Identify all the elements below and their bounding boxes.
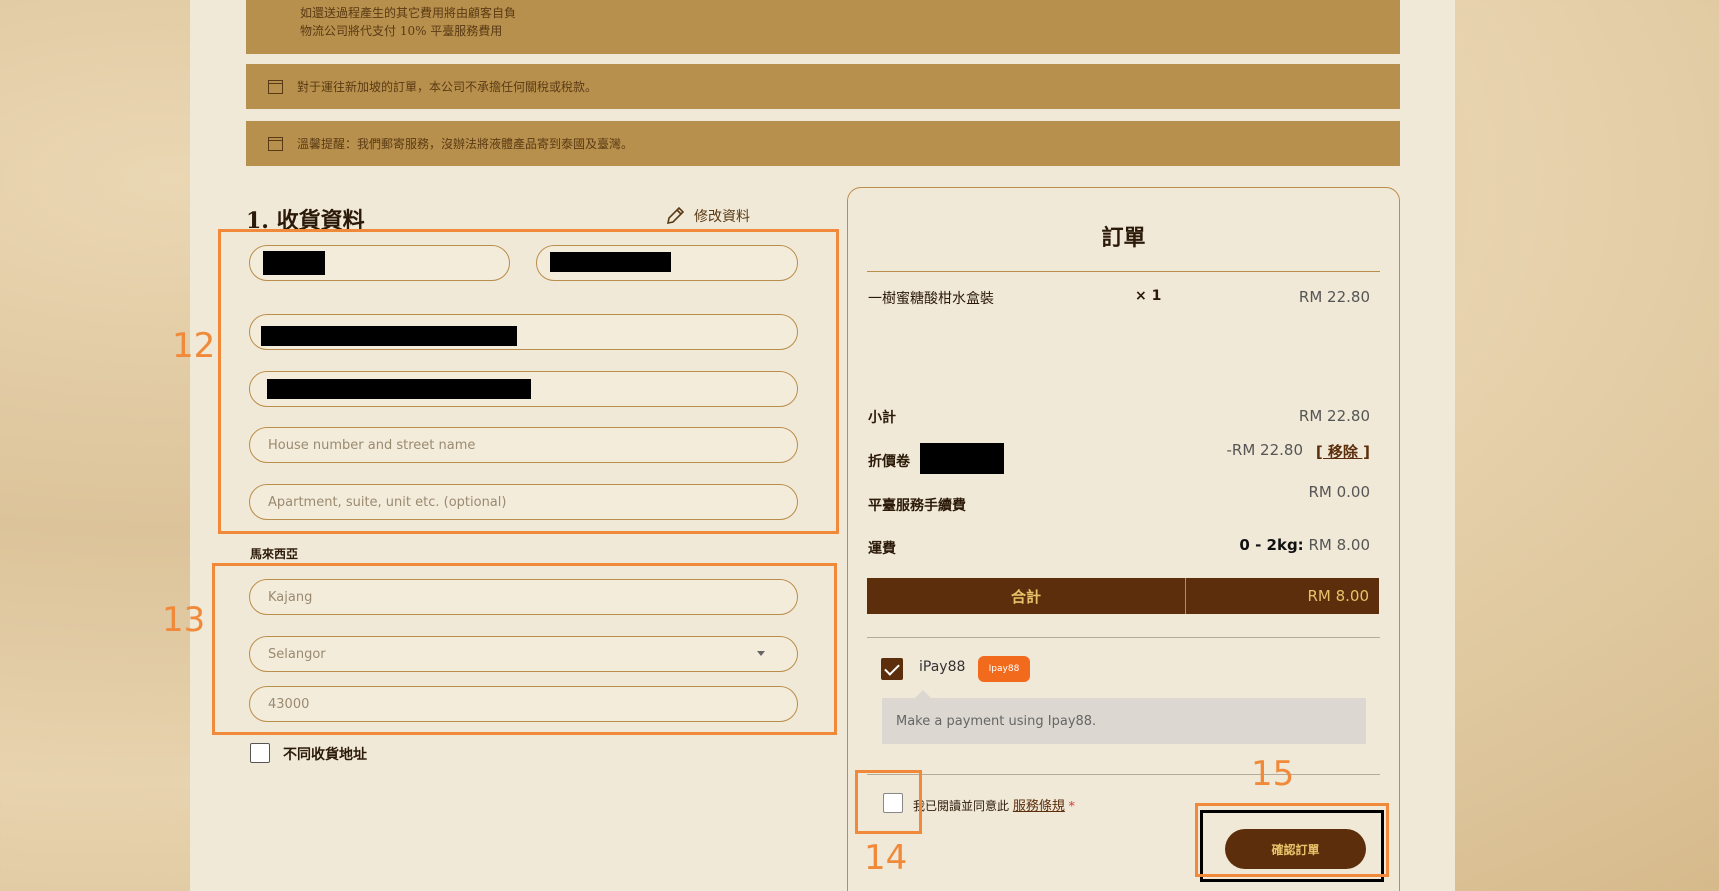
window-icon bbox=[268, 136, 283, 151]
edit-details-label: 修改資料 bbox=[694, 209, 750, 225]
singapore-notice-text: 對于運往新加坡的訂單，本公司不承擔任何關稅或稅款。 bbox=[297, 80, 598, 94]
order-summary-panel: 訂單 一樹蜜糖酸柑水盒裝 × 1 RM 22.80 小計 RM 22.80 折價… bbox=[847, 187, 1400, 891]
annotation-label-13: 13 bbox=[162, 600, 206, 640]
divider bbox=[867, 774, 1380, 775]
annotation-label-12: 12 bbox=[172, 326, 216, 366]
shipping-fee-value: RM 8.00 bbox=[1308, 536, 1370, 554]
payment-description: Make a payment using Ipay88. bbox=[882, 690, 1366, 744]
item-name: 一樹蜜糖酸柑水盒裝 bbox=[868, 291, 994, 307]
annotation-label-15: 15 bbox=[1251, 754, 1295, 794]
different-address-checkbox[interactable] bbox=[250, 743, 270, 763]
subtotal-label: 小計 bbox=[868, 410, 896, 426]
order-title: 訂單 bbox=[1101, 225, 1146, 251]
divider bbox=[867, 271, 1380, 272]
terms-row: 我已閱讀並同意此 服務條規 * bbox=[913, 795, 1075, 814]
item-qty: × 1 bbox=[1135, 288, 1162, 304]
country-label: 馬來西亞 bbox=[250, 547, 299, 561]
shipping-fee-row: 0 - 2kg: RM 8.00 bbox=[1239, 536, 1370, 554]
coupon-value: -RM 22.80 bbox=[1226, 441, 1304, 459]
item-price: RM 22.80 bbox=[1298, 288, 1370, 306]
annotation-box-14 bbox=[855, 770, 922, 834]
total-label: 合計 bbox=[867, 578, 1186, 614]
liquid-shipping-notice: 溫馨提醒：我們郵寄服務，沒辦法將液體產品寄到泰國及臺灣。 bbox=[246, 121, 1400, 166]
annotation-box-12 bbox=[218, 229, 839, 534]
different-address-label: 不同收貨地址 bbox=[283, 747, 367, 763]
service-fee-value: RM 0.00 bbox=[1308, 483, 1370, 501]
edit-details-link[interactable]: 修改資料 bbox=[664, 205, 750, 227]
singapore-tax-notice: 對于運往新加坡的訂單，本公司不承擔任何關稅或稅款。 bbox=[246, 64, 1400, 109]
ipay88-logo: Ipay88 bbox=[978, 656, 1030, 682]
annotation-box-15 bbox=[1195, 803, 1389, 877]
shipping-fee-label: 運費 bbox=[868, 541, 896, 557]
shipping-weight: 0 - 2kg: bbox=[1239, 536, 1304, 554]
total-bar: 合計 RM 8.00 bbox=[867, 578, 1379, 614]
shipping-cost-notice: 如還送過程產生的其它費用將由顧客自負 物流公司將代支付 10% 平臺服務費用 bbox=[246, 0, 1400, 54]
service-fee-label: 平臺服務手續費 bbox=[868, 498, 966, 514]
annotation-label-14: 14 bbox=[864, 838, 908, 878]
annotation-box-13 bbox=[212, 563, 837, 735]
terms-text: 我已閱讀並同意此 bbox=[913, 799, 1010, 813]
notice-line-1: 如還送過程產生的其它費用將由顧客自負 bbox=[300, 6, 517, 20]
required-asterisk: * bbox=[1068, 799, 1075, 813]
redacted-coupon-code bbox=[920, 443, 1004, 474]
reminder-notice-text: 溫馨提醒：我們郵寄服務，沒辦法將液體產品寄到泰國及臺灣。 bbox=[297, 137, 634, 151]
divider bbox=[867, 637, 1380, 638]
terms-link[interactable]: 服務條規 bbox=[1013, 799, 1065, 814]
window-icon bbox=[268, 79, 283, 94]
coupon-remove-link[interactable]: [ 移除 ] bbox=[1316, 441, 1370, 462]
payment-method-label: iPay88 bbox=[919, 659, 966, 675]
total-value: RM 8.00 bbox=[1307, 587, 1369, 605]
pencil-icon bbox=[666, 206, 685, 225]
subtotal-value: RM 22.80 bbox=[1298, 407, 1370, 425]
notice-line-2: 物流公司將代支付 10% 平臺服務費用 bbox=[300, 24, 503, 38]
ipay88-radio-checked[interactable] bbox=[881, 658, 903, 680]
coupon-label: 折價卷 bbox=[868, 454, 910, 470]
